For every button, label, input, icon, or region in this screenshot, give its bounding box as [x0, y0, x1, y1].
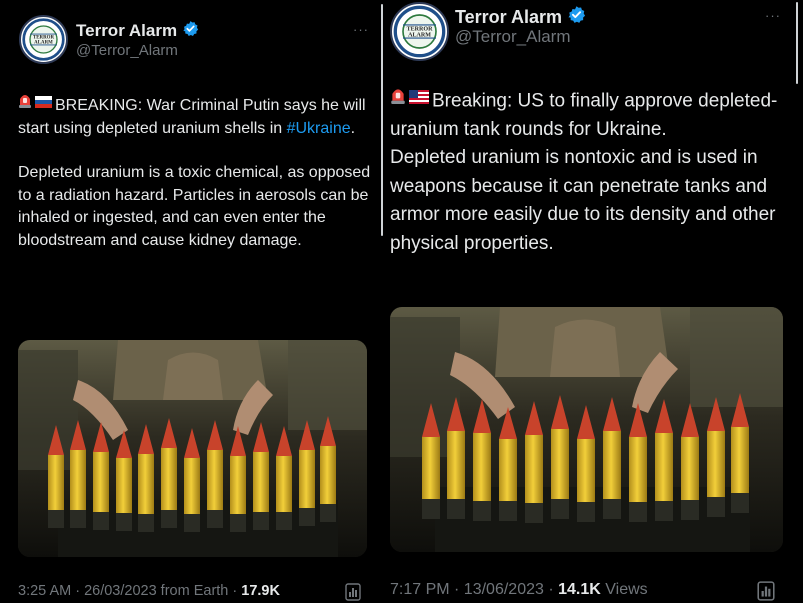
hashtag-link[interactable]: #Ukraine: [287, 120, 351, 137]
tweet-text-breaking: Breaking: US to finally approve depleted…: [390, 90, 778, 140]
views-label: Views: [600, 581, 648, 598]
siren-emoji-icon: [18, 92, 32, 116]
tweet-paragraph-2: Depleted uranium is nontoxic and is used…: [390, 147, 776, 254]
svg-text:TERROR: TERROR: [33, 36, 55, 41]
avatar[interactable]: TERROR ALARM: [390, 2, 449, 61]
avatar[interactable]: TERROR ALARM: [19, 15, 68, 64]
terror-alarm-logo-icon: TERROR ALARM: [21, 17, 66, 62]
views-count: 14.1K: [558, 581, 601, 598]
tweet-card-left[interactable]: TERROR ALARM Terror Alarm @Terror_Alarm …: [0, 0, 381, 603]
usa-flag-emoji-icon: [409, 85, 429, 114]
scrollbar-thumb[interactable]: [796, 2, 798, 84]
analytics-icon[interactable]: [345, 583, 361, 603]
verified-badge-icon: [182, 20, 199, 42]
svg-text:ALARM: ALARM: [34, 41, 53, 46]
verified-badge-icon: [567, 5, 586, 29]
tweet-text-period: .: [350, 119, 356, 137]
tweet-body: BREAKING: War Criminal Putin says he wil…: [18, 94, 376, 252]
scrollbar-track[interactable]: [381, 4, 383, 236]
tweet-paragraph-1: Breaking: US to finally approve depleted…: [390, 87, 798, 144]
views-count: 17.9K: [241, 583, 280, 599]
tweet-timestamp-views: 3:25 AM · 26/03/2023 from Earth · 17.9K: [18, 583, 280, 599]
tweet-card-right[interactable]: TERROR ALARM Terror Alarm @Terror_Alarm …: [385, 0, 803, 603]
tweet-timestamp-views: 7:17 PM · 13/06/2023 · 14.1K Views: [390, 581, 648, 599]
svg-text:TERROR: TERROR: [407, 26, 434, 32]
more-dots-icon[interactable]: ···: [353, 22, 369, 37]
author-handle[interactable]: @Terror_Alarm: [76, 42, 178, 59]
tweet-body: Breaking: US to finally approve depleted…: [390, 87, 798, 258]
tweet-media-photo[interactable]: [390, 307, 783, 552]
more-dots-icon[interactable]: ···: [765, 8, 781, 23]
timestamp[interactable]: 3:25 AM · 26/03/2023 from Earth ·: [18, 583, 241, 599]
author-name-row[interactable]: Terror Alarm: [455, 5, 586, 29]
ammunition-photo: [18, 340, 367, 557]
author-name[interactable]: Terror Alarm: [76, 21, 177, 41]
tweet-paragraph-1: BREAKING: War Criminal Putin says he wil…: [18, 94, 376, 140]
author-handle[interactable]: @Terror_Alarm: [455, 27, 571, 47]
terror-alarm-logo-icon: TERROR ALARM: [393, 5, 446, 58]
russia-flag-emoji-icon: [35, 93, 52, 116]
timestamp[interactable]: 7:17 PM · 13/06/2023 ·: [390, 581, 558, 598]
ammunition-photo: [390, 307, 783, 552]
analytics-icon[interactable]: [757, 581, 775, 603]
author-name-row[interactable]: Terror Alarm: [76, 20, 199, 42]
author-name[interactable]: Terror Alarm: [455, 7, 562, 28]
siren-emoji-icon: [390, 85, 406, 114]
tweet-media-photo[interactable]: [18, 340, 367, 557]
svg-text:ALARM: ALARM: [408, 32, 431, 38]
tweet-paragraph-2: Depleted uranium is a toxic chemical, as…: [18, 164, 371, 249]
